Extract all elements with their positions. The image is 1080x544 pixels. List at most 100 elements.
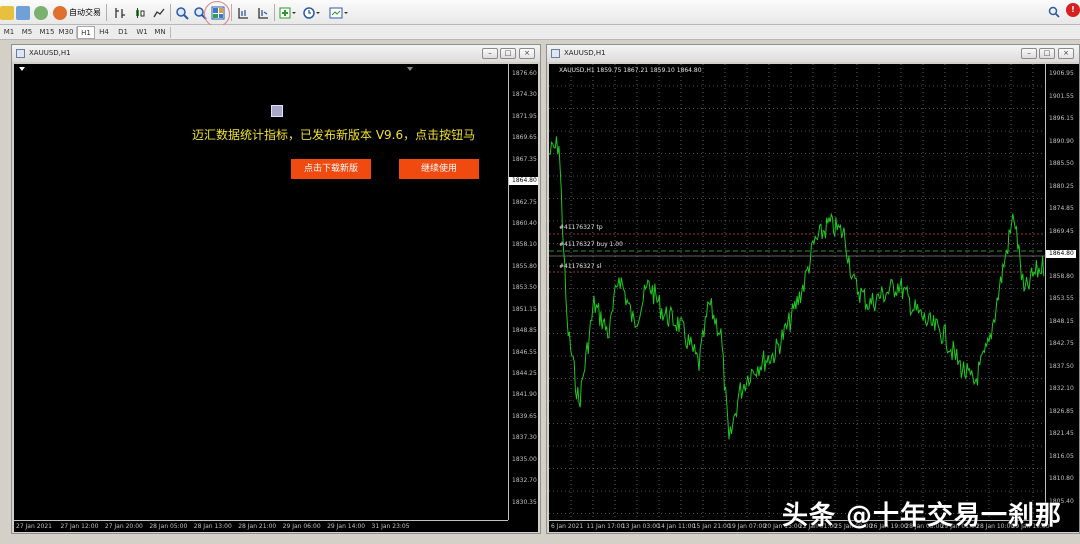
time-label: 31 Jan 23:05 xyxy=(371,523,410,530)
order-tp-label: #41176327 tp xyxy=(559,224,603,231)
time-label: 14 Jan 11:00 xyxy=(657,523,696,530)
price-label: 1896.15 xyxy=(1049,115,1074,122)
time-label: 28 Jan 05:00 xyxy=(149,523,188,530)
mt4-app: 自动交易 ! M1 M5 M15 M30 H1 H4 D1 W1 MN XAUU… xyxy=(0,0,1080,544)
download-new-version-button[interactable]: 点击下载新版 xyxy=(291,159,371,179)
time-label: 13 Jan 03:00 xyxy=(621,523,660,530)
price-label: 1842.75 xyxy=(1049,340,1074,347)
minimize-button[interactable]: – xyxy=(482,48,498,59)
price-label: 1885.50 xyxy=(1049,160,1074,167)
zoom-in-icon[interactable] xyxy=(175,3,189,22)
price-label: 1853.55 xyxy=(1049,295,1074,302)
price-label: 1871.95 xyxy=(512,112,537,120)
autotrade-label: 自动交易 xyxy=(69,8,101,17)
templates-icon[interactable] xyxy=(329,3,349,22)
price-label: 1853.50 xyxy=(512,284,537,292)
grid-icon[interactable] xyxy=(236,3,250,22)
time-label: 28 Jan 13:00 xyxy=(193,523,232,530)
price-label: 1810.80 xyxy=(1049,475,1074,482)
maximize-button[interactable]: □ xyxy=(1039,48,1055,59)
time-label: 29 Jan 14:00 xyxy=(327,523,366,530)
chart-menu-arrow-icon[interactable] xyxy=(18,66,26,72)
candle-chart-icon[interactable] xyxy=(133,3,147,22)
price-label: 1860.40 xyxy=(512,220,537,227)
chart-area-right[interactable]: XAUUSD,H1 1859.75 1867.21 1859.10 1864.8… xyxy=(549,64,1079,532)
price-label: 1876.60 xyxy=(512,70,537,77)
price-label: 1835.00 xyxy=(512,455,537,463)
time-label: 19 Jan 07:00 xyxy=(728,523,767,530)
chart-area-left[interactable]: 迈汇数据统计指标，已发布新版本 V9.6，点击按钮马 点击下载新版 继续使用 1… xyxy=(14,64,538,532)
price-label: 1844.25 xyxy=(512,370,537,377)
tf-m30[interactable]: M30 xyxy=(57,26,75,39)
price-label: 1867.35 xyxy=(512,155,537,163)
price-label: 1821.45 xyxy=(1049,430,1074,437)
auto-scroll-icon[interactable] xyxy=(256,3,270,22)
chart-window-icon xyxy=(551,49,560,58)
price-label: 1855.80 xyxy=(512,262,537,270)
window-title: XAUUSD,H1 xyxy=(29,49,71,57)
time-label: 27 Jan 12:00 xyxy=(60,523,99,530)
price-chart-svg xyxy=(549,64,1045,520)
alert-icon[interactable]: ! xyxy=(1066,3,1080,17)
price-label: 1848.15 xyxy=(1049,317,1074,325)
market-watch-icon[interactable] xyxy=(34,3,48,22)
indicators-icon[interactable] xyxy=(279,3,297,22)
profiles-icon[interactable] xyxy=(16,3,30,22)
window-title-bar[interactable]: XAUUSD,H1 – □ × xyxy=(12,45,540,62)
price-axis[interactable]: 1906.95 1901.55 1896.15 1890.90 1885.50 1880.… xyxy=(1045,64,1079,520)
time-label: 29 Jan 06:00 xyxy=(282,523,321,530)
folder-icon[interactable] xyxy=(0,3,14,22)
tf-m5[interactable]: M5 xyxy=(18,26,36,39)
price-label: 1816.05 xyxy=(1049,452,1074,460)
tf-h1[interactable]: H1 xyxy=(77,26,95,39)
current-price-label: 1864.80 xyxy=(509,177,538,186)
periods-icon[interactable] xyxy=(303,3,321,22)
price-label: 1858.80 xyxy=(1049,272,1074,280)
price-label: 1901.55 xyxy=(1049,92,1074,100)
search-icon[interactable] xyxy=(1048,6,1060,18)
autotrade-button[interactable]: 自动交易 xyxy=(53,3,101,22)
price-label: 1839.65 xyxy=(512,412,537,420)
price-label: 1848.85 xyxy=(512,327,537,335)
close-button[interactable]: × xyxy=(519,48,535,59)
close-button[interactable]: × xyxy=(1058,48,1074,59)
price-label: 1858.10 xyxy=(512,241,537,249)
chart-shift-marker-icon[interactable] xyxy=(406,66,414,72)
window-title-bar[interactable]: XAUUSD,H1 – □ × xyxy=(547,45,1079,62)
tf-d1[interactable]: D1 xyxy=(114,26,132,39)
price-label: 1846.55 xyxy=(512,348,537,356)
minimize-button[interactable]: – xyxy=(1021,48,1037,59)
bar-chart-icon[interactable] xyxy=(113,3,127,22)
price-series-line xyxy=(549,136,1045,440)
price-label: 1826.85 xyxy=(1049,407,1074,415)
watermark: 头条 @十年交易一刹那 xyxy=(782,501,1063,531)
tf-m1[interactable]: M1 xyxy=(0,26,18,39)
price-label: 1830.35 xyxy=(512,498,537,506)
highlight-circle xyxy=(204,1,230,27)
time-label: 15 Jan 21:00 xyxy=(692,523,731,530)
line-chart-icon[interactable] xyxy=(152,3,166,22)
window-title: XAUUSD,H1 xyxy=(564,49,606,57)
price-label: 1851.15 xyxy=(512,305,537,313)
price-label: 1832.10 xyxy=(1049,385,1074,392)
price-axis[interactable]: 1876.60 1874.30 1871.95 1869.65 1867.35 1864.… xyxy=(508,64,538,520)
price-label: 1890.90 xyxy=(1049,137,1074,145)
continue-use-button[interactable]: 继续使用 xyxy=(399,159,479,179)
order-buy-label: #41176327 buy 1.00 xyxy=(559,241,623,248)
ad-close-icon[interactable] xyxy=(271,105,283,117)
time-label: 27 Jan 20:00 xyxy=(104,523,143,530)
price-label: 1869.65 xyxy=(512,134,537,142)
price-label: 1880.25 xyxy=(1049,182,1074,190)
tf-h4[interactable]: H4 xyxy=(95,26,113,39)
tf-w1[interactable]: W1 xyxy=(133,26,151,39)
chart-window-right: XAUUSD,H1 – □ × XAUUSD,H1 1859.75 1867.2… xyxy=(546,44,1080,534)
price-label: 1837.50 xyxy=(1049,362,1074,370)
tf-m15[interactable]: M15 xyxy=(38,26,56,39)
maximize-button[interactable]: □ xyxy=(500,48,516,59)
price-label: 1837.30 xyxy=(512,434,537,442)
tf-mn[interactable]: MN xyxy=(151,26,169,39)
autotrade-icon xyxy=(53,5,67,20)
time-label: 11 Jan 17:00 xyxy=(586,523,625,530)
time-axis[interactable]: 27 Jan 2021 27 Jan 12:00 27 Jan 20:00 28 Ja… xyxy=(14,520,508,532)
price-label: 1874.30 xyxy=(512,91,537,99)
